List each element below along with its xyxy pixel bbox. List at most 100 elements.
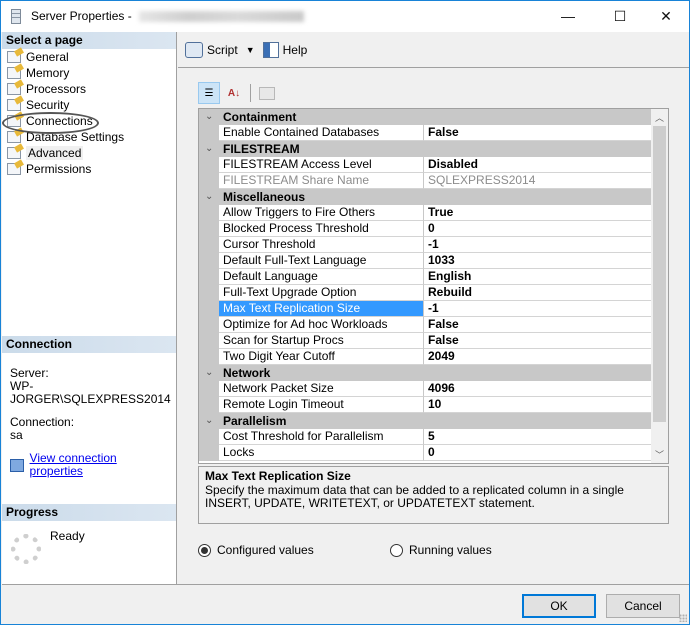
property-name[interactable]: Max Text Replication Size (219, 301, 424, 317)
collapse-chevron-icon[interactable]: ⌄ (205, 141, 213, 157)
progress-header: Progress (2, 504, 176, 521)
help-button[interactable]: Help (261, 39, 310, 61)
property-row[interactable]: Cost Threshold for Parallelism 5 (199, 429, 652, 445)
property-value[interactable]: False (424, 125, 652, 141)
ok-button[interactable]: OK (522, 594, 596, 618)
property-value[interactable]: Rebuild (424, 285, 652, 301)
property-row[interactable]: Default Full-Text Language 1033 (199, 253, 652, 269)
sidebar-item-permissions[interactable]: Permissions (2, 161, 176, 177)
property-value[interactable]: 2049 (424, 349, 652, 365)
property-value[interactable]: 10 (424, 397, 652, 413)
collapse-chevron-icon[interactable]: ⌄ (205, 365, 213, 381)
property-pages-button[interactable] (256, 82, 278, 104)
property-row[interactable]: Blocked Process Threshold 0 (199, 221, 652, 237)
property-row[interactable]: Max Text Replication Size -1 (199, 301, 652, 317)
property-name[interactable]: Allow Triggers to Fire Others (219, 205, 424, 221)
property-row[interactable]: FILESTREAM Share Name SQLEXPRESS2014 (199, 173, 652, 189)
property-name[interactable]: Optimize for Ad hoc Workloads (219, 317, 424, 333)
cancel-button[interactable]: Cancel (606, 594, 680, 618)
category-network[interactable]: ⌄ Network (199, 365, 652, 381)
property-name[interactable]: FILESTREAM Share Name (219, 173, 424, 189)
property-value[interactable]: 5 (424, 429, 652, 445)
property-name[interactable]: Scan for Startup Procs (219, 333, 424, 349)
property-value[interactable]: 1033 (424, 253, 652, 269)
running-values-radio[interactable]: Running values (390, 543, 492, 557)
maximize-button[interactable]: ☐ (597, 1, 643, 31)
scrollbar-thumb[interactable] (653, 126, 666, 422)
property-name[interactable]: Locks (219, 445, 424, 461)
sidebar-item-memory[interactable]: Memory (2, 65, 176, 81)
category-label: Network (223, 366, 271, 380)
property-name[interactable]: Default Language (219, 269, 424, 285)
sidebar-item-general[interactable]: General (2, 49, 176, 65)
vertical-scrollbar[interactable]: ︿ ﹀ (651, 109, 668, 463)
sidebar-item-label: Security (26, 98, 70, 112)
property-row[interactable]: Allow Triggers to Fire Others True (199, 205, 652, 221)
property-pages-icon (259, 86, 275, 100)
alphabetical-button[interactable]: A↓ (223, 82, 245, 104)
property-row[interactable]: Default Language English (199, 269, 652, 285)
property-value[interactable]: Disabled (424, 157, 652, 173)
property-row[interactable]: Remote Login Timeout 10 (199, 397, 652, 413)
description-text: Specify the maximum data that can be add… (205, 483, 624, 510)
property-name[interactable]: FILESTREAM Access Level (219, 157, 424, 173)
property-row[interactable]: Cursor Threshold -1 (199, 237, 652, 253)
view-connection-properties[interactable]: View connection properties (10, 452, 168, 478)
property-value[interactable]: 0 (424, 445, 652, 461)
property-name[interactable]: Full-Text Upgrade Option (219, 285, 424, 301)
property-name[interactable]: Blocked Process Threshold (219, 221, 424, 237)
sidebar-item-security[interactable]: Security (2, 97, 176, 113)
property-row[interactable]: Enable Contained Databases False (199, 125, 652, 141)
property-row[interactable]: FILESTREAM Access Level Disabled (199, 157, 652, 173)
property-row[interactable]: Two Digit Year Cutoff 2049 (199, 349, 652, 365)
property-value[interactable]: SQLEXPRESS2014 (424, 173, 652, 189)
property-value[interactable]: 0 (424, 221, 652, 237)
property-name[interactable]: Enable Contained Databases (219, 125, 424, 141)
property-value[interactable]: False (424, 333, 652, 349)
main-pane: Script ▼ Help ☰ A↓ ⌄ContainmentEnable (178, 32, 689, 584)
collapse-chevron-icon[interactable]: ⌄ (205, 189, 213, 205)
script-button[interactable]: Script (183, 39, 240, 61)
property-name[interactable]: Default Full-Text Language (219, 253, 424, 269)
server-icon (11, 9, 21, 24)
property-value[interactable]: 4096 (424, 381, 652, 397)
configured-values-radio[interactable]: Configured values (198, 543, 314, 557)
property-name[interactable]: Network Packet Size (219, 381, 424, 397)
property-row[interactable]: Network Packet Size 4096 (199, 381, 652, 397)
collapse-chevron-icon[interactable]: ⌄ (205, 413, 213, 429)
property-value[interactable]: English (424, 269, 652, 285)
property-value[interactable]: -1 (424, 301, 652, 317)
property-name[interactable]: Cost Threshold for Parallelism (219, 429, 424, 445)
sidebar-item-processors[interactable]: Processors (2, 81, 176, 97)
categorized-button[interactable]: ☰ (198, 82, 220, 104)
category-filestream[interactable]: ⌄ FILESTREAM (199, 141, 652, 157)
script-label: Script (207, 42, 238, 57)
category-parallelism[interactable]: ⌄ Parallelism (199, 413, 652, 429)
property-row[interactable]: Scan for Startup Procs False (199, 333, 652, 349)
help-label: Help (282, 42, 308, 57)
property-name[interactable]: Two Digit Year Cutoff (219, 349, 424, 365)
sidebar-item-advanced[interactable]: Advanced (2, 145, 176, 161)
property-row[interactable]: Optimize for Ad hoc Workloads False (199, 317, 652, 333)
view-connection-properties-link[interactable]: View connection properties (30, 452, 168, 478)
property-name[interactable]: Remote Login Timeout (219, 397, 424, 413)
property-name[interactable]: Cursor Threshold (219, 237, 424, 253)
property-value[interactable]: True (424, 205, 652, 221)
property-row[interactable]: Full-Text Upgrade Option Rebuild (199, 285, 652, 301)
category-containment[interactable]: ⌄ Containment (199, 109, 652, 125)
property-row[interactable]: Locks 0 (199, 445, 652, 461)
collapse-chevron-icon[interactable]: ⌄ (205, 109, 213, 125)
select-page-header: Select a page (2, 32, 176, 49)
close-button[interactable]: ✕ (643, 1, 689, 31)
scroll-up-icon[interactable]: ︿ (651, 109, 668, 126)
scroll-down-icon[interactable]: ﹀ (651, 446, 668, 463)
description-panel: Max Text Replication Size Specify the ma… (198, 466, 669, 524)
minimize-button[interactable]: — (545, 1, 591, 31)
category-miscellaneous[interactable]: ⌄ Miscellaneous (199, 189, 652, 205)
resize-grip[interactable] (679, 614, 687, 622)
script-dropdown-button[interactable]: ▼ (244, 39, 257, 61)
property-value[interactable]: False (424, 317, 652, 333)
property-value[interactable]: -1 (424, 237, 652, 253)
redacted-server-name (139, 11, 305, 23)
chevron-down-icon: ▼ (245, 44, 255, 55)
